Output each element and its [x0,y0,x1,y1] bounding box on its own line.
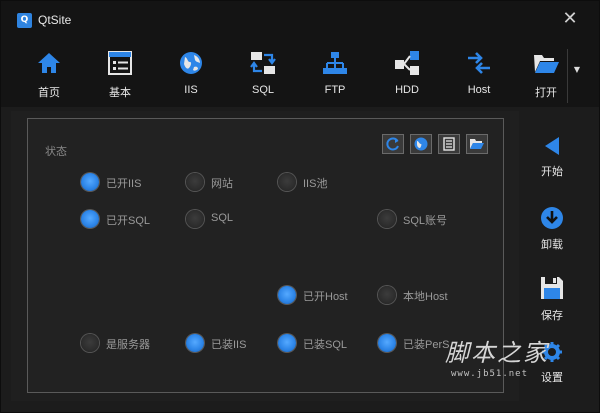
status-led-off [81,334,99,352]
indicator-label: 已开Host [303,291,348,303]
indicator-label: 是服务器 [106,339,150,351]
uninstall-label: 卸载 [541,239,563,251]
website-button[interactable] [410,134,432,154]
refresh-icon [386,137,399,151]
document-icon [443,137,455,151]
refresh-button[interactable] [382,134,404,154]
indicator-label: IIS池 [303,178,328,190]
download-circle-icon [541,207,563,229]
toolbar-home-button[interactable]: 首页 [19,47,79,103]
globe-icon [414,137,428,151]
close-button[interactable]: ✕ [559,9,581,31]
database-exchange-icon [250,52,276,74]
toolbar-home-label: 首页 [38,87,60,99]
app-window: Q QtSite ✕ 首页 基本 IIS SQL FTP HDD Host 打开… [0,0,600,413]
status-led-off [186,210,204,228]
toolbar-more-dropdown[interactable]: ▼ [571,65,583,85]
toolbar-host-button[interactable]: Host [449,47,509,103]
folder-icon [470,139,484,149]
indicator-label: 已开IIS [106,178,142,190]
status-led-off [186,173,204,191]
play-left-icon [545,137,559,155]
watermark-text: 脚本之家 [445,339,549,367]
status-led-on [278,286,296,304]
start-label: 开始 [541,166,563,178]
start-button[interactable]: 开始 [525,135,579,195]
save-button[interactable]: 保存 [525,275,579,335]
indicator-label: 已装SQL [303,339,348,351]
indicator-label: 已装IIS [211,339,247,351]
floppy-disk-icon [541,277,563,299]
toolbar-iis-button[interactable]: IIS [161,47,221,103]
indicator-label: SQL账号 [403,215,448,227]
toolbar-ftp-label: FTP [324,84,346,96]
watermark-url: www.jb51.net [451,369,529,379]
toolbar-sql-button[interactable]: SQL [233,47,293,103]
toolbar-basic-label: 基本 [109,87,131,99]
status-led-off [278,173,296,191]
indicator-label: 网站 [211,178,233,190]
log-button[interactable] [438,134,460,154]
toolbar-divider [567,49,568,103]
status-led-on [186,334,204,352]
status-led-off [378,210,396,228]
globe-icon [180,52,202,74]
indicator-label: 已开SQL [106,215,151,227]
network-icon [323,52,347,74]
status-led-off [378,286,396,304]
basic-settings-icon [108,51,132,75]
window-title: QtSite [38,13,72,27]
status-group-title: 状态 [45,145,67,158]
toolbar-iis-label: IIS [184,84,198,96]
indicator-label: 本地Host [403,291,448,303]
uninstall-button[interactable]: 卸载 [525,206,579,266]
open-folder-button[interactable] [466,134,488,154]
folder-open-icon [534,55,559,73]
toolbar-basic-button[interactable]: 基本 [90,47,150,103]
host-arrows-icon [468,52,490,74]
toolbar-sql-label: SQL [251,84,274,96]
toolbar-host-label: Host [467,84,491,96]
toolbar-hdd-button[interactable]: HDD [377,47,437,103]
home-icon [38,53,60,73]
save-label: 保存 [541,310,563,322]
status-led-on [81,173,99,191]
status-led-on [378,334,396,352]
title-bar: Q QtSite ✕ [1,1,599,37]
main-toolbar: 首页 基本 IIS SQL FTP HDD Host 打开 [1,37,599,107]
disk-icon [395,51,419,75]
status-led-on [81,210,99,228]
indicator-label: SQL [211,212,234,224]
status-led-on [278,334,296,352]
site-watermark: 脚本之家 www.jb51.net [423,331,598,386]
toolbar-ftp-button[interactable]: FTP [305,47,365,103]
app-logo-icon: Q [17,13,32,28]
toolbar-hdd-label: HDD [395,84,419,96]
